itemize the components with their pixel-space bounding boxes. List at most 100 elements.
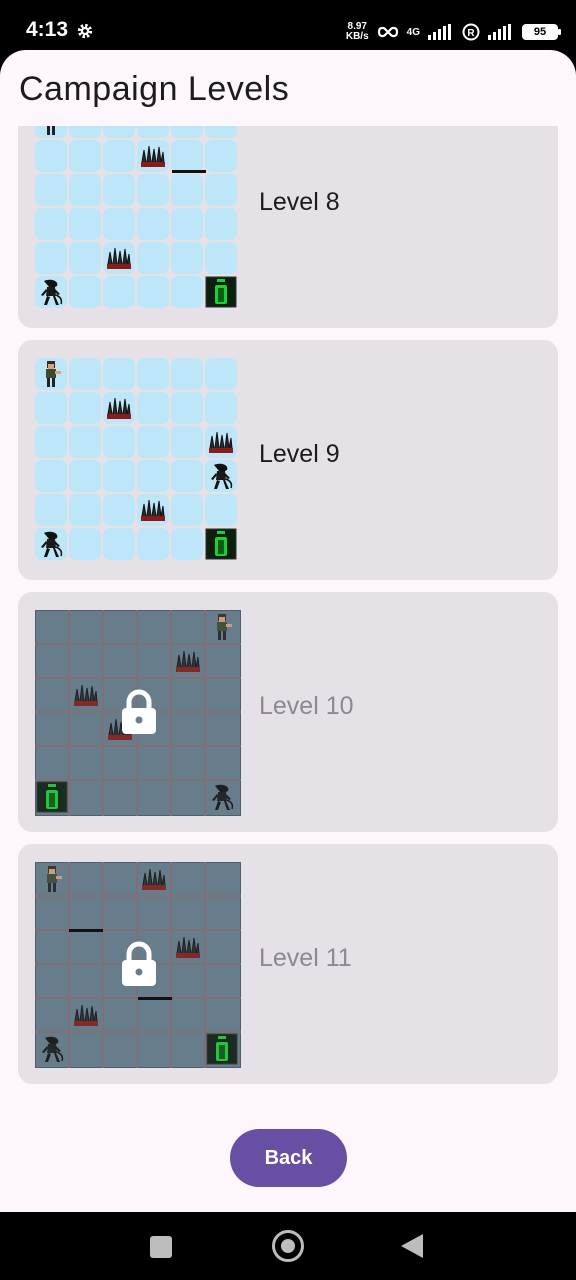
board-tile [137,528,169,560]
level-card-11[interactable]: Level 11 [18,844,558,1084]
level-label: Level 8 [259,188,340,216]
board-tile [69,174,101,206]
alien-sprite [41,531,63,557]
board-tile [35,242,67,274]
level-card-8[interactable]: Level 8 [18,126,558,328]
status-indicators: 8.97 KB/s 4G R 95 [345,18,561,46]
alien-sprite [42,1036,64,1062]
board-tile [171,392,203,424]
exit-door-sprite [206,1033,238,1065]
alien-sprite [41,279,63,305]
level-board-preview-locked [35,610,241,816]
spike-trap-sprite [141,499,165,521]
triangle-back-icon[interactable] [401,1234,423,1258]
board-tile [137,174,169,206]
soldier-sprite [46,361,61,387]
board-tile [69,460,101,492]
board-tile [103,126,135,138]
level-board-preview [35,358,241,564]
board-tile [171,276,203,308]
level-label: Level 11 [259,944,352,972]
board-tile [171,426,203,458]
level-label: Level 9 [259,440,340,468]
spike-trap-sprite [176,650,200,672]
signal-icon-2 [488,24,511,40]
board-tile [171,460,203,492]
spike-trap-sprite [74,684,98,706]
board-tile [69,242,101,274]
board-tile [103,208,135,240]
page-title: Campaign Levels [19,70,290,108]
soldier-sprite [47,126,55,135]
board-tile [171,358,203,390]
board-tile [171,208,203,240]
board-tile [69,126,101,138]
board-tile [205,126,237,138]
level-card-9[interactable]: Level 9 [18,340,558,580]
spike-trap-sprite [74,1004,98,1026]
alien-sprite [212,784,234,810]
board-tile [103,460,135,492]
board-tile [35,208,67,240]
status-time: 4:13 [26,18,69,41]
board-tile [205,208,237,240]
board-tile [137,358,169,390]
back-button[interactable]: Back [230,1129,347,1187]
circle-icon[interactable] [272,1230,304,1262]
battery-icon: 95 [522,24,561,40]
network-speed: 8.97 KB/s [345,21,369,42]
gear-icon [77,23,93,39]
lock-icon [122,941,156,986]
board-tile [103,174,135,206]
board-tile [205,174,237,206]
board-tile [137,242,169,274]
board-tile [171,528,203,560]
spike-trap-sprite [176,936,200,958]
board-tile [103,426,135,458]
wall-segment [172,170,206,173]
square-icon[interactable] [150,1236,172,1258]
lock-icon [122,689,156,734]
board-tile [137,426,169,458]
board-tile [171,494,203,526]
board-tile [205,494,237,526]
board-tile [35,460,67,492]
board-tile [103,528,135,560]
exit-door-sprite [205,528,237,560]
registered-icon: R [462,23,480,41]
board-tile [171,242,203,274]
board-tile [103,494,135,526]
spike-trap-sprite [141,145,165,167]
board-tile [35,392,67,424]
board-tile [69,358,101,390]
hotspot-icon [377,26,398,38]
campaign-levels-screen: Campaign Levels Level 8 Level 9 Level 10… [0,50,576,1212]
spike-trap-sprite [107,397,131,419]
level-board-preview-locked [35,862,241,1068]
spike-trap-sprite [142,868,166,890]
board-tile [35,174,67,206]
board-tile [103,276,135,308]
board-tile [69,392,101,424]
level-list[interactable]: Level 8 Level 9 Level 10 Level 11 [0,126,576,1126]
board-tile [137,208,169,240]
board-tile [171,126,203,138]
board-tile [69,528,101,560]
wall-segment [69,929,103,932]
board-tile [205,392,237,424]
soldier-sprite [217,614,232,640]
system-nav-bar [0,1212,576,1280]
board-tile [35,494,67,526]
board-tile [35,426,67,458]
exit-door-sprite [205,276,237,308]
alien-sprite [211,463,233,489]
level-card-10[interactable]: Level 10 [18,592,558,832]
wall-segment [138,997,172,1000]
board-tile [69,276,101,308]
signal-icon [428,24,451,40]
level-board-preview [35,126,241,312]
level-label: Level 10 [259,692,354,720]
board-tile [205,140,237,172]
board-tile [103,140,135,172]
board-tile [69,140,101,172]
